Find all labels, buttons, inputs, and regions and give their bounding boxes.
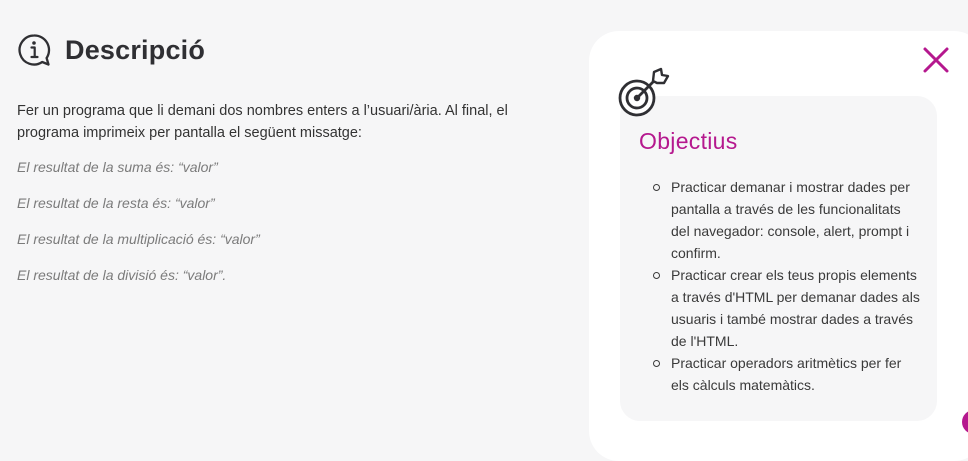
objectives-list: Practicar demanar i mostrar dades per pa…: [620, 176, 921, 396]
message-division: El resultat de la divisió és: “valor”.: [17, 267, 227, 283]
message-subtraction: El resultat de la resta és: “valor”: [17, 195, 215, 211]
objectives-card: Objectius Practicar demanar i mostrar da…: [620, 96, 937, 421]
description-header: Descripció: [17, 30, 577, 70]
objectives-title: Objectius: [639, 128, 738, 154]
message-sum: El resultat de la suma és: “valor”: [17, 159, 218, 175]
message-list: El resultat de la suma és: “valor” El re…: [17, 156, 577, 300]
objective-item: Practicar operadors aritmètics per fer e…: [653, 352, 921, 396]
info-icon: [17, 33, 51, 67]
target-icon: [617, 67, 671, 121]
description-text: Fer un programa que li demani dos nombre…: [17, 103, 508, 141]
objective-item: Practicar crear els teus propis elements…: [653, 264, 921, 352]
objective-item: Practicar demanar i mostrar dades per pa…: [653, 176, 921, 264]
close-icon: [923, 47, 949, 73]
description-title: Descripció: [65, 34, 206, 65]
message-multiplication: El resultat de la multiplicació és: “val…: [17, 231, 260, 247]
description-section: Descripció Fer un programa que li demani…: [17, 30, 577, 300]
close-button[interactable]: [921, 45, 951, 75]
